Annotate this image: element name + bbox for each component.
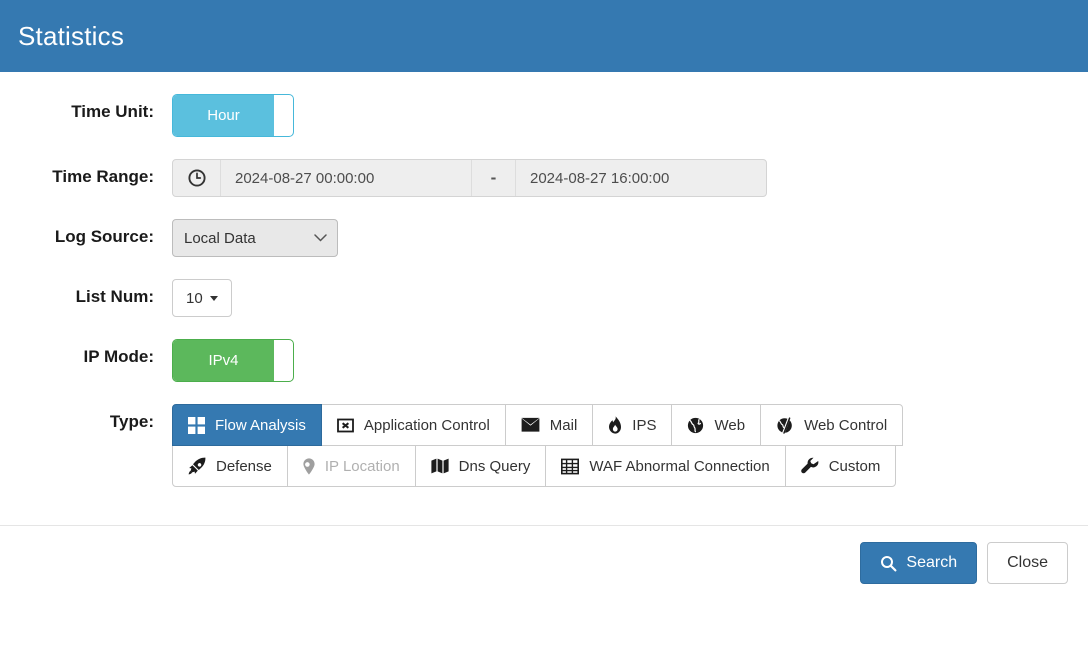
time-range-end[interactable]: 2024-08-27 16:00:00 [516, 160, 766, 196]
time-range-label: Time Range: [52, 167, 154, 186]
ip-mode-value: IPv4 [173, 340, 274, 381]
field-row-log-source: Log Source: Local Data [0, 219, 1088, 257]
type-button-label: Custom [828, 457, 881, 475]
toggle-knob[interactable] [274, 97, 291, 134]
ip-mode-toggle[interactable]: IPv4 [172, 339, 294, 382]
type-button-waf-abnormal-connection[interactable]: WAF Abnormal Connection [545, 445, 786, 487]
envelope-icon [521, 417, 540, 433]
rocket-icon [188, 457, 206, 475]
field-row-type: Type: Flow Analysis Application Control Ma… [0, 404, 1088, 487]
search-button[interactable]: Search [860, 542, 978, 584]
field-row-time-range: Time Range: 2024-08-27 00:00:00 - 2024-0… [0, 159, 1088, 197]
type-button-label: Web [714, 416, 746, 434]
search-icon [880, 555, 897, 572]
close-button[interactable]: Close [987, 542, 1068, 584]
fire-icon [608, 416, 622, 434]
type-button-mail[interactable]: Mail [504, 404, 594, 446]
globe-slash-icon [776, 416, 794, 434]
type-label: Type: [109, 412, 154, 431]
clock-icon [173, 160, 221, 196]
grid-icon [188, 416, 205, 434]
dialog-header: Statistics [0, 0, 1088, 72]
field-row-ip-mode: IP Mode: IPv4 [0, 339, 1088, 382]
type-button-label: Application Control [363, 416, 490, 434]
close-button-label: Close [1007, 554, 1048, 571]
type-button-flow-analysis[interactable]: Flow Analysis [172, 404, 322, 446]
dialog-body: Time Unit: Hour Time Range: 2024-08-27 0… [0, 94, 1088, 600]
time-range-picker[interactable]: 2024-08-27 00:00:00 - 2024-08-27 16:00:0… [172, 159, 767, 197]
table-icon [561, 458, 580, 475]
list-num-value: 10 [186, 289, 203, 307]
time-unit-value: Hour [173, 95, 274, 136]
type-button-ips[interactable]: IPS [592, 404, 673, 446]
caret-down-icon [209, 295, 218, 301]
app-box-icon [336, 417, 354, 434]
type-button-label: WAF Abnormal Connection [589, 457, 770, 475]
time-range-separator: - [471, 160, 516, 196]
type-button-web-control[interactable]: Web Control [760, 404, 904, 446]
type-button-label: IPS [632, 416, 657, 434]
dialog-footer: Search Close [0, 525, 1088, 600]
type-button-label: Mail [549, 416, 578, 434]
type-button-custom[interactable]: Custom [784, 445, 897, 487]
field-row-time-unit: Time Unit: Hour [0, 94, 1088, 137]
type-button-dns-query[interactable]: Dns Query [414, 445, 547, 487]
search-button-label: Search [906, 554, 958, 571]
log-source-label: Log Source: [54, 227, 154, 246]
map-marker-icon [303, 457, 315, 475]
type-button-defense[interactable]: Defense [172, 445, 288, 487]
ip-mode-label: IP Mode: [83, 347, 154, 366]
type-button-web[interactable]: Web [671, 404, 762, 446]
list-num-dropdown[interactable]: 10 [172, 279, 232, 317]
type-button-label: Web Control [804, 416, 888, 434]
globe-icon [687, 417, 704, 434]
type-button-ip-location: IP Location [286, 445, 416, 487]
toggle-knob[interactable] [274, 342, 291, 379]
type-button-label: IP Location [324, 457, 400, 475]
type-button-label: Dns Query [458, 457, 531, 475]
time-unit-label: Time Unit: [71, 102, 154, 121]
time-unit-toggle[interactable]: Hour [172, 94, 294, 137]
type-button-application-control[interactable]: Application Control [320, 404, 506, 446]
log-source-select[interactable]: Local Data [172, 219, 338, 257]
list-num-label: List Num: [75, 287, 154, 306]
map-icon [431, 458, 449, 474]
wrench-icon [800, 457, 819, 475]
time-range-start[interactable]: 2024-08-27 00:00:00 [221, 160, 471, 196]
type-button-label: Defense [216, 457, 272, 475]
field-row-list-num: List Num: 10 [0, 279, 1088, 317]
type-button-label: Flow Analysis [215, 416, 306, 434]
type-button-group: Flow Analysis Application Control Mail IPS W… [172, 404, 984, 487]
page-title: Statistics [18, 20, 125, 51]
